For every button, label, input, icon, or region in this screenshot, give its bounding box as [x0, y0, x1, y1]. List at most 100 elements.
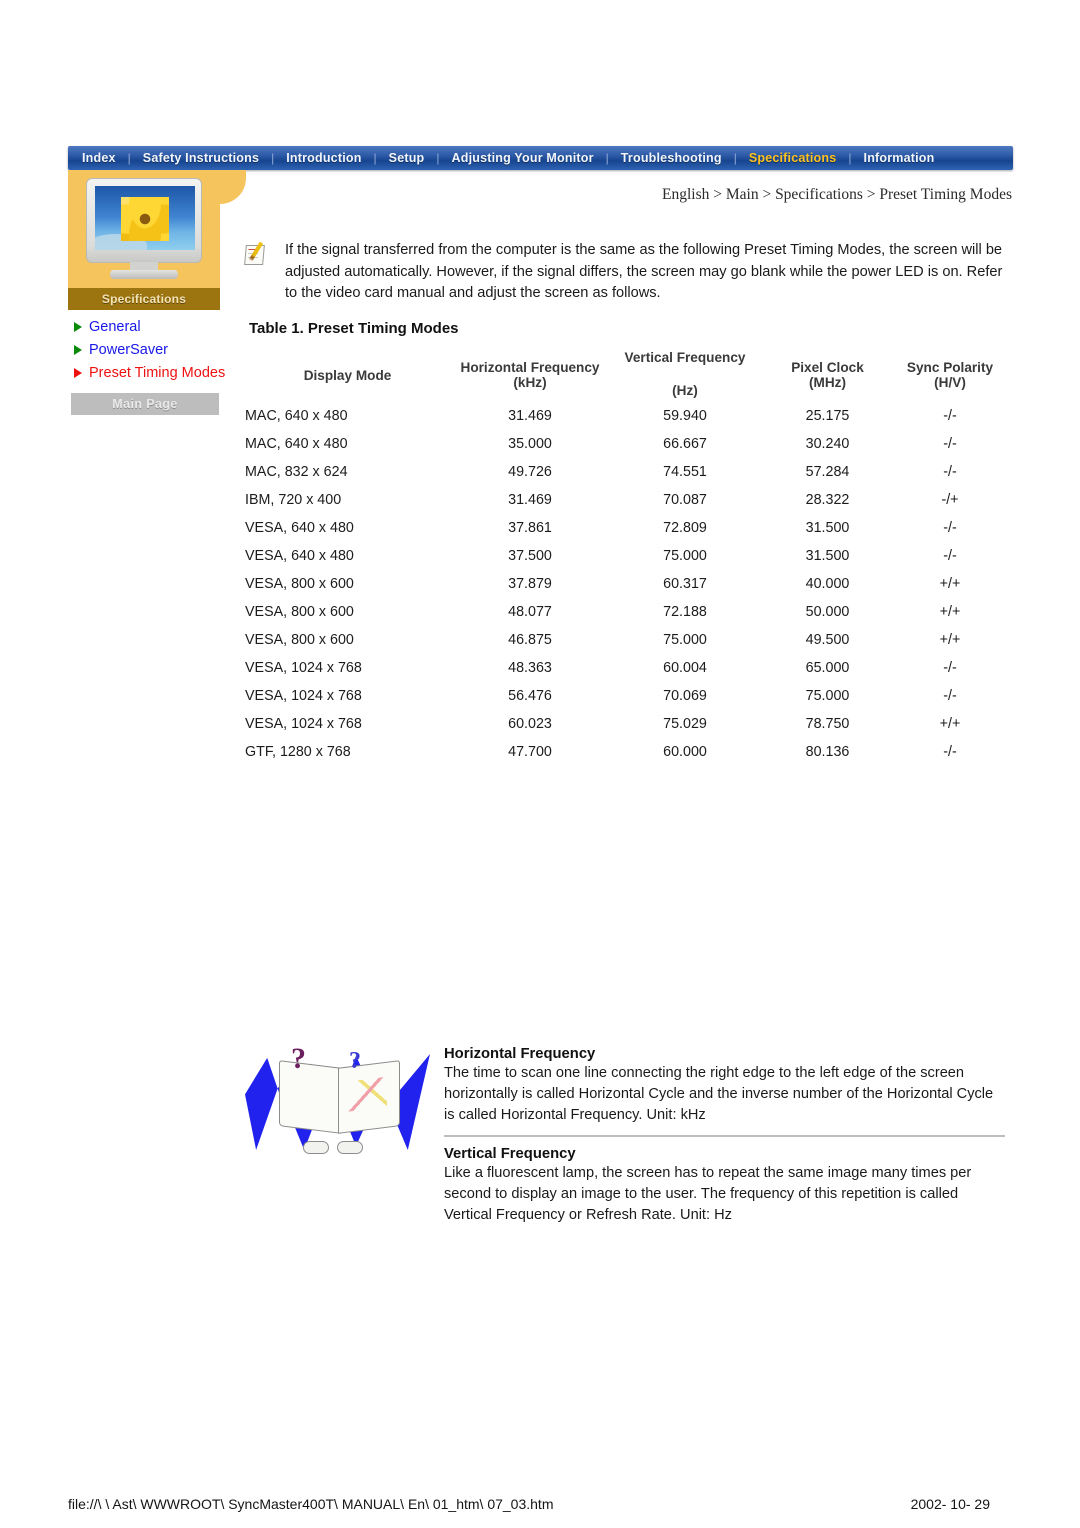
table-row: MAC, 640 x 480 31.469 59.940 25.175 -/-: [245, 402, 1005, 430]
column-header-main: Vertical Frequency: [624, 350, 746, 365]
nav-item-specifications[interactable]: Specifications: [738, 151, 848, 165]
cell-value: 60.000: [663, 744, 707, 760]
vertical-frequency-body: Like a fluorescent lamp, the screen has …: [444, 1165, 972, 1223]
table-row: VESA, 640 x 480 37.500 75.000 31.500 -/-: [245, 542, 1005, 570]
column-header-unit: (H/V): [934, 375, 966, 390]
table-header: Display Mode Horizontal Frequency (kHz) Ver…: [245, 348, 1005, 402]
breadcrumb: English > Main > Specifications > Preset…: [662, 186, 1012, 203]
table-row: VESA, 800 x 600 48.077 72.188 50.000 +/+: [245, 598, 1005, 626]
cell-value: 78.750: [805, 716, 850, 732]
frequency-info-text: Horizontal Frequency The time to scan on…: [444, 1040, 1005, 1226]
cell-value: 75.000: [663, 548, 707, 564]
cell-value: 75.029: [663, 716, 707, 732]
cell-value: 75.000: [663, 632, 707, 648]
sidebar-item-preset-timing-modes[interactable]: Preset Timing Modes: [72, 364, 236, 383]
cell-display-mode: VESA, 800 x 600: [245, 576, 354, 592]
horizontal-frequency-heading: Horizontal Frequency: [444, 1046, 596, 1062]
question-mark-icon-large: ?: [291, 1042, 306, 1075]
cell-value: +/+: [939, 632, 961, 648]
cell-value: 48.077: [508, 604, 552, 620]
sidebar-item-label: PowerSaver: [89, 342, 168, 358]
cell-value: 37.879: [508, 576, 552, 592]
cell-value: 31.469: [508, 492, 552, 508]
cell-value: 37.500: [508, 548, 552, 564]
cell-value: 25.175: [805, 408, 850, 424]
column-header-unit: (MHz): [809, 375, 846, 390]
cell-value: 70.087: [663, 492, 707, 508]
cell-display-mode: VESA, 800 x 600: [245, 604, 354, 620]
cell-value: -/-: [943, 660, 957, 676]
cell-value: 65.000: [805, 660, 850, 676]
cell-value: 57.284: [805, 464, 850, 480]
table-row: IBM, 720 x 400 31.469 70.087 28.322 -/+: [245, 486, 1005, 514]
cell-value: 48.363: [508, 660, 552, 676]
column-header-3: Pixel Clock (MHz): [760, 348, 895, 402]
sidebar-menu: General PowerSaver Preset Timing Modes: [68, 318, 236, 383]
monitor-illustration-icon: [86, 178, 202, 279]
table-body: MAC, 640 x 480 31.469 59.940 25.175 -/- MAC, …: [245, 402, 1005, 766]
cell-value: 60.317: [663, 576, 707, 592]
nav-item-introduction[interactable]: Introduction: [275, 151, 372, 165]
vertical-frequency-heading: Vertical Frequency: [444, 1146, 576, 1162]
cell-display-mode: VESA, 800 x 600: [245, 632, 354, 648]
cell-value: 37.861: [508, 520, 552, 536]
cell-value: 31.500: [805, 548, 850, 564]
question-mark-icon-small: ?: [349, 1048, 361, 1074]
cell-value: 60.023: [508, 716, 552, 732]
column-header-2: Vertical Frequency (Hz): [610, 348, 760, 402]
notepad-pencil-icon: [244, 241, 271, 266]
sidebar-item-label: General: [89, 319, 141, 335]
sidebar-product-image-card: Specifications: [68, 170, 246, 310]
open-book-question-icon: ? ?: [245, 1040, 430, 1158]
page-footer: file://\ \ Ast\ WWWROOT\ SyncMaster400T\…: [68, 1496, 1012, 1512]
cell-value: 59.940: [663, 408, 707, 424]
table-row: VESA, 800 x 600 46.875 75.000 49.500 +/+: [245, 626, 1005, 654]
book-foot-left: [303, 1141, 329, 1154]
table-row: MAC, 832 x 624 49.726 74.551 57.284 -/-: [245, 458, 1005, 486]
monitor-base: [110, 270, 178, 279]
sidebar-item-powersaver[interactable]: PowerSaver: [72, 341, 236, 360]
cell-value: 72.809: [663, 520, 707, 536]
cell-display-mode: VESA, 1024 x 768: [245, 716, 362, 732]
arrow-right-icon: [74, 345, 82, 355]
nav-item-information[interactable]: Information: [853, 151, 946, 165]
nav-item-safety-instructions[interactable]: Safety Instructions: [132, 151, 270, 165]
cell-display-mode: MAC, 640 x 480: [245, 436, 348, 452]
cell-value: -/-: [943, 744, 957, 760]
cell-value: -/-: [943, 520, 957, 536]
cell-value: 47.700: [508, 744, 552, 760]
cell-display-mode: GTF, 1280 x 768: [245, 744, 351, 760]
book-page-left: [279, 1060, 341, 1134]
sidebar-item-label: Preset Timing Modes: [89, 365, 226, 381]
nav-item-troubleshooting[interactable]: Troubleshooting: [610, 151, 733, 165]
note-text: If the signal transferred from the compu…: [285, 242, 1003, 301]
column-header-main: Pixel Clock: [791, 360, 864, 375]
nav-item-setup[interactable]: Setup: [378, 151, 436, 165]
cell-value: 31.500: [805, 520, 850, 536]
column-header-unit: (Hz): [672, 383, 698, 398]
column-header-1: Horizontal Frequency (kHz): [450, 348, 610, 402]
cell-value: 28.322: [805, 492, 850, 508]
sidebar: Specifications General PowerSaver Preset T…: [68, 170, 246, 415]
cell-value: -/-: [943, 408, 957, 424]
cell-value: -/-: [943, 464, 957, 480]
table-row: VESA, 1024 x 768 60.023 75.029 78.750 +/+: [245, 710, 1005, 738]
table-row: GTF, 1280 x 768 47.700 60.000 80.136 -/-: [245, 738, 1005, 766]
column-header-main: Sync Polarity: [906, 360, 994, 375]
monitor-screen: [95, 186, 195, 250]
nav-item-adjusting-your-monitor[interactable]: Adjusting Your Monitor: [441, 151, 605, 165]
cell-value: 46.875: [508, 632, 552, 648]
table-row: MAC, 640 x 480 35.000 66.667 30.240 -/-: [245, 430, 1005, 458]
column-header-4: Sync Polarity (H/V): [895, 348, 1005, 402]
cell-display-mode: VESA, 1024 x 768: [245, 660, 362, 676]
cell-display-mode: MAC, 832 x 624: [245, 464, 348, 480]
monitor-bezel: [86, 178, 202, 263]
book-foot-right: [337, 1141, 363, 1154]
table-title: Table 1. Preset Timing Modes: [249, 320, 459, 337]
cell-value: +/+: [939, 716, 961, 732]
nav-item-index[interactable]: Index: [68, 151, 127, 165]
sidebar-item-general[interactable]: General: [72, 318, 236, 337]
main-page-button[interactable]: Main Page: [71, 393, 219, 415]
cell-display-mode: MAC, 640 x 480: [245, 408, 348, 424]
cell-value: 75.000: [805, 688, 850, 704]
